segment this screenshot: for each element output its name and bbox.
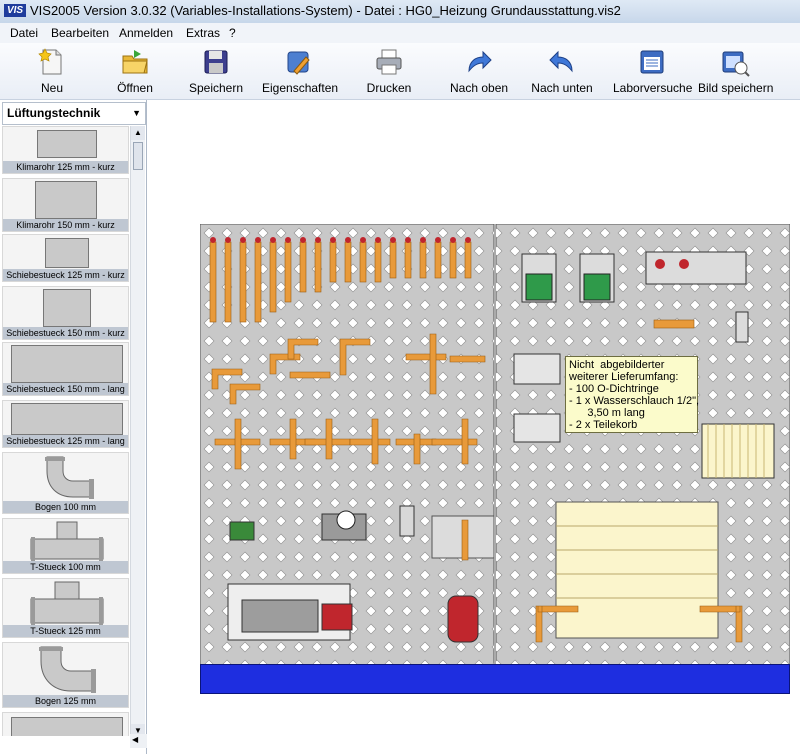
new-document-icon [38, 48, 62, 75]
duct-bend-icon [45, 456, 94, 499]
part-tile[interactable]: Bogen 125 mm [2, 642, 129, 708]
menu-bar: Datei Bearbeiten Anmelden Extras ? [0, 23, 800, 43]
part-tile[interactable]: Schiebestueck 125 mm - lang [2, 400, 129, 448]
part-label: Schiebestueck 125 mm - kurz [3, 269, 128, 281]
tooltip-line: 3,50 m lang [569, 407, 645, 419]
part-tile[interactable]: Schiebestueck 125 mm - kurz [2, 234, 129, 282]
tooltip-line: Nicht abgebilderter [569, 359, 665, 371]
open-label: Öffnen [117, 81, 153, 95]
scroll-left-icon[interactable]: ◀ [132, 735, 138, 744]
part-label: Bogen 125 mm [3, 695, 128, 707]
part-label: Schiebestueck 150 mm - kurz [3, 327, 128, 339]
scroll-up-icon[interactable]: ▲ [131, 126, 145, 140]
part-label: Schiebestueck 150 mm - lang [3, 383, 128, 395]
menu-extras[interactable]: Extras [186, 26, 220, 40]
title-bar: VIS VIS2005 Version 3.0.32 (Variables-In… [0, 0, 800, 24]
tooltip-line: - 1 x Wasserschlauch 1/2", [569, 395, 700, 407]
menu-bearbeiten[interactable]: Bearbeiten [51, 26, 109, 40]
arrow-undo-icon [549, 50, 573, 73]
open-folder-icon [122, 50, 148, 74]
duct-bend-icon [39, 646, 96, 693]
part-tile[interactable]: Bogen 100 mm [2, 452, 129, 514]
properties-label: Eigenschaften [262, 81, 339, 95]
part-tile[interactable]: Schiebestueck 150 mm - kurz [2, 286, 129, 340]
part-tile[interactable] [2, 712, 129, 736]
tooltip-line: - 2 x Teilekorb [569, 419, 638, 431]
menu-anmelden[interactable]: Anmelden [119, 26, 173, 40]
sidebar-scrollbar[interactable]: ▲ ▼ [130, 126, 145, 738]
floppy-disk-icon [204, 50, 228, 74]
part-label: Klimarohr 125 mm - kurz [3, 161, 128, 173]
parts-sidebar: Lüftungstechnik ▼ Klimarohr 125 mm - kur… [0, 100, 163, 754]
duct-pipe-icon [11, 717, 123, 736]
move-down-button[interactable]: Nach unten [530, 45, 594, 97]
new-label: Neu [40, 81, 63, 95]
lab-button[interactable]: Laborversuche [613, 45, 693, 97]
tooltip-line: weiterer Lieferumfang: [569, 371, 679, 383]
category-dropdown[interactable]: Lüftungstechnik ▼ [2, 102, 146, 125]
properties-button[interactable]: Eigenschaften [262, 45, 339, 97]
tooltip-line: - 100 O-Dichtringe [569, 383, 659, 395]
move-down-label: Nach unten [531, 81, 593, 95]
duct-pipe-icon [35, 181, 97, 219]
part-tile[interactable]: T-Stueck 125 mm [2, 578, 129, 638]
printer-icon [376, 49, 402, 75]
t-piece-icon [30, 581, 104, 625]
installation-board[interactable] [200, 224, 790, 670]
toolbar: Neu Öffnen Speichern Eigenschaften Druck… [0, 43, 800, 100]
new-button[interactable]: Neu [30, 45, 74, 97]
scope-of-delivery-tooltip: Nicht abgebilderter weiterer Lieferumfan… [565, 356, 700, 433]
move-up-label: Nach oben [450, 81, 509, 95]
part-label: Schiebestueck 125 mm - lang [3, 435, 128, 447]
chevron-down-icon: ▼ [132, 108, 141, 118]
menu-help[interactable]: ? [229, 26, 236, 40]
save-image-button[interactable]: Bild speichern [698, 45, 774, 97]
print-label: Drucken [366, 81, 412, 95]
sliding-piece-icon [45, 238, 89, 268]
print-button[interactable]: Drucken [365, 45, 413, 97]
parts-list: Klimarohr 125 mm - kurz Klimarohr 150 mm… [2, 126, 129, 736]
save-button[interactable]: Speichern [188, 45, 244, 97]
arrow-redo-icon [468, 50, 492, 73]
save-label: Speichern [188, 81, 244, 95]
part-tile[interactable]: Klimarohr 125 mm - kurz [2, 126, 129, 174]
part-label: Klimarohr 150 mm - kurz [3, 219, 128, 231]
t-piece-icon [30, 521, 104, 561]
save-image-label: Bild speichern [698, 81, 774, 95]
part-tile[interactable]: T-Stueck 100 mm [2, 518, 129, 574]
open-button[interactable]: Öffnen [113, 45, 157, 97]
part-tile[interactable]: Klimarohr 150 mm - kurz [2, 178, 129, 232]
menu-datei[interactable]: Datei [10, 26, 38, 40]
app-icon: VIS [4, 4, 26, 17]
properties-tools-icon [287, 51, 310, 75]
part-label: T-Stueck 100 mm [3, 561, 128, 573]
scroll-thumb[interactable] [133, 142, 143, 170]
lab-label: Laborversuche [613, 81, 693, 95]
part-label: T-Stueck 125 mm [3, 625, 128, 637]
sliding-piece-icon [11, 345, 123, 383]
part-tile[interactable]: Schiebestueck 150 mm - lang [2, 342, 129, 396]
duct-pipe-icon [37, 130, 97, 158]
move-up-button[interactable]: Nach oben [450, 45, 508, 97]
window-title: VIS2005 Version 3.0.32 (Variables-Instal… [30, 3, 621, 18]
lab-window-icon [640, 50, 664, 74]
sliding-piece-icon [43, 289, 91, 327]
part-label: Bogen 100 mm [3, 501, 128, 513]
board-base [200, 664, 790, 694]
sliding-piece-icon [11, 403, 123, 435]
category-label: Lüftungstechnik [7, 106, 101, 120]
save-image-icon [722, 51, 750, 77]
